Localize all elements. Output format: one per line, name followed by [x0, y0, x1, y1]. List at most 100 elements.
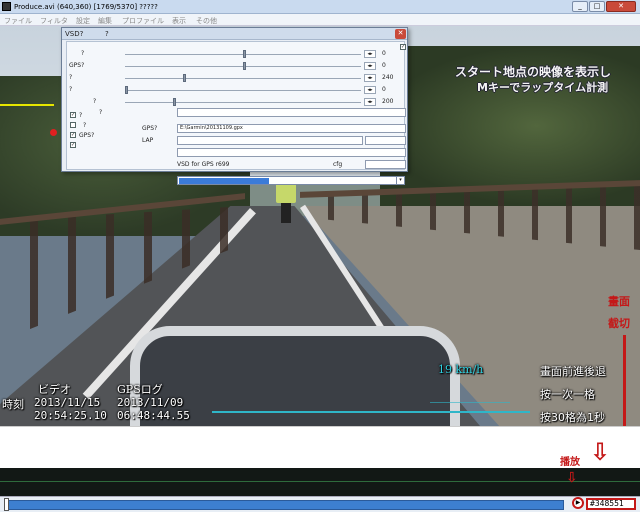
lap-browse-button[interactable]: [365, 136, 406, 145]
slider-value: 0: [382, 62, 386, 69]
dialog-marker-label: ?: [99, 109, 103, 116]
help-text-line-3: 按30格為1秒: [540, 411, 605, 424]
annotation-play: 播放: [560, 457, 580, 468]
checkbox-4[interactable]: ✓: [70, 142, 76, 148]
dialog-title-bar: VSD? ? ✕: [62, 28, 407, 40]
seek-track[interactable]: [4, 500, 564, 510]
dialog-field-top[interactable]: [177, 108, 406, 117]
dialog-field-bottom[interactable]: [177, 148, 406, 157]
menu-view[interactable]: 表示: [172, 16, 186, 26]
slider-track[interactable]: [125, 90, 361, 91]
slider-stepper[interactable]: ◂▸: [364, 50, 376, 58]
slider-stepper[interactable]: ◂▸: [364, 98, 376, 106]
cfg-button[interactable]: [365, 160, 406, 169]
slider-stepper[interactable]: ◂▸: [364, 62, 376, 70]
menu-profile[interactable]: プロファイル: [122, 16, 164, 26]
timeline-line: [0, 481, 640, 482]
video-time: 20:54:25.10: [34, 409, 107, 422]
close-button[interactable]: ✕: [606, 1, 636, 12]
slider-label: ?: [81, 50, 85, 57]
help-text-line-1: 畫面前進後退: [540, 365, 606, 378]
minimize-button[interactable]: _: [572, 1, 588, 12]
slider-value: 0: [382, 86, 386, 93]
chevron-down-icon[interactable]: ▾: [396, 177, 404, 184]
slider-row: ? ◂▸ 200: [67, 97, 406, 108]
dialog-title-extra: ?: [105, 30, 109, 38]
play-icon: ▶: [575, 499, 581, 506]
lap-file-input[interactable]: [177, 136, 363, 145]
slider-track[interactable]: [125, 78, 361, 79]
gps-date: 2013/11/09: [117, 396, 184, 409]
slider-row: ? ◂▸ 0: [67, 85, 406, 96]
instruction-line-1: スタート地点の映像を表示し: [455, 65, 612, 79]
dialog-title: VSD?: [65, 30, 84, 38]
maximize-button[interactable]: □: [589, 1, 605, 12]
log-graph-area: [0, 426, 640, 468]
dialog-close-button[interactable]: ✕: [395, 29, 406, 39]
slider-row: ? ◂▸ 240: [67, 73, 406, 84]
slider-thumb[interactable]: [243, 62, 246, 70]
help-text-line-2: 按一次一格: [540, 388, 595, 401]
skin-dropdown[interactable]: ▾: [177, 176, 405, 185]
slider-thumb[interactable]: [243, 50, 246, 58]
menu-edit[interactable]: 編集: [98, 16, 112, 26]
speed-graph-line-secondary: [430, 402, 510, 403]
title-bar: Produce.avi (640,360) [1769/5370] ????? …: [0, 0, 640, 14]
dialog-body: ✓ ? ◂▸ 0 GPS? ◂▸ 0 ? ◂▸ 240 ? ◂▸ 0 ? ◂▸ …: [66, 41, 406, 185]
vsd-dialog: VSD? ? ✕ ✓ ? ◂▸ 0 GPS? ◂▸ 0 ? ◂▸ 240 ? ◂…: [61, 27, 408, 185]
video-label: ビデオ: [38, 383, 71, 396]
frame-number: #348551: [586, 498, 636, 510]
version-label: VSD for GPS r699: [177, 161, 230, 168]
slider-label: GPS?: [69, 62, 85, 69]
slider-row: ? ◂▸ 0: [67, 49, 406, 60]
slider-stepper[interactable]: ◂▸: [364, 86, 376, 94]
slider-stepper[interactable]: ◂▸: [364, 74, 376, 82]
menu-bar: ファイル フィルタ 設定 編集 プロファイル 表示 その他: [0, 14, 640, 26]
instruction-line-2: Mキーでラップタイム計測: [477, 81, 609, 94]
slider-thumb[interactable]: [125, 86, 128, 94]
video-date: 2013/11/15: [34, 396, 101, 409]
slider-thumb[interactable]: [183, 74, 186, 82]
slider-value: 240: [382, 74, 394, 81]
slider-label: ?: [93, 98, 97, 105]
seek-knob[interactable]: [4, 498, 9, 511]
slider-label: ?: [69, 86, 73, 93]
slider-thumb[interactable]: [173, 98, 176, 106]
menu-other[interactable]: その他: [196, 16, 217, 26]
menu-settings[interactable]: 設定: [76, 16, 90, 26]
gps-log-label: GPSログ: [117, 383, 163, 396]
track-position-marker: [50, 129, 57, 136]
speed-graph-line: [212, 411, 530, 413]
play-button[interactable]: ▶: [572, 497, 584, 509]
checkbox-2-label: ?: [83, 122, 87, 129]
slider-value: 200: [382, 98, 394, 105]
cfg-label: cfg: [333, 161, 343, 168]
skin-dropdown-selected: [179, 178, 269, 184]
arrow-down-icon: ⇩: [566, 470, 578, 486]
window-title: Produce.avi (640,360) [1769/5370] ?????: [14, 3, 158, 11]
checkbox-1-label: ?: [79, 112, 83, 119]
lap-label: LAP: [142, 137, 154, 144]
checkbox-gps-label: GPS?: [79, 132, 95, 139]
menu-file[interactable]: ファイル: [4, 16, 32, 26]
annotation-screen-switch-2: 截切: [608, 317, 630, 330]
slider-row: GPS? ◂▸ 0: [67, 61, 406, 72]
timeline-band: [0, 468, 640, 496]
slider-label: ?: [69, 74, 73, 81]
slider-track[interactable]: [125, 102, 361, 103]
annotation-screen-switch-1: 畫面: [608, 295, 630, 308]
track-map-line: [0, 104, 54, 106]
app-icon: [2, 2, 11, 11]
time-label: 時刻: [2, 398, 24, 411]
checkbox-1[interactable]: ✓: [70, 112, 76, 118]
gps-time: 06:48:44.55: [117, 409, 190, 422]
arrow-down-large-icon: ⇩: [590, 438, 611, 466]
checkbox-2[interactable]: [70, 122, 76, 128]
gps-file-input[interactable]: E:\Garmin\20131109.gpx: [177, 124, 406, 133]
gps-file-label: GPS?: [142, 125, 158, 132]
seek-bar[interactable]: [0, 496, 640, 512]
speed-readout: 19 km/h: [438, 363, 484, 376]
video-cyclist-legs: [281, 203, 291, 223]
checkbox-gps[interactable]: ✓: [70, 132, 76, 138]
menu-filter[interactable]: フィルタ: [40, 16, 68, 26]
